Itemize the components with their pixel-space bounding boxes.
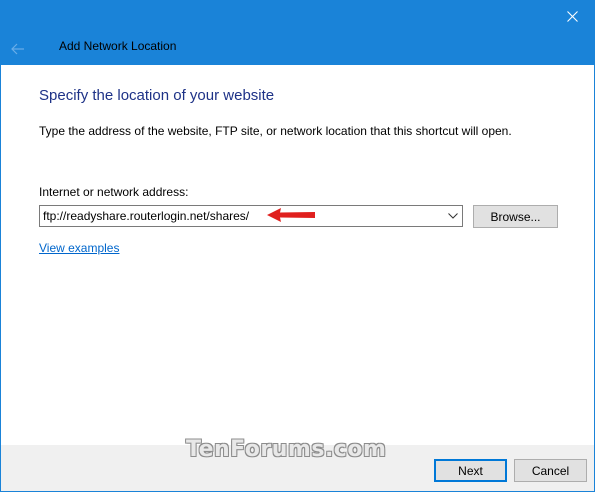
wizard-content: Specify the location of your website Typ… (1, 65, 594, 445)
address-combobox[interactable] (39, 205, 463, 227)
wizard-footer: TenForums.com Next Cancel (1, 437, 594, 491)
title-bar (0, 0, 595, 32)
dropdown-button[interactable] (444, 206, 462, 226)
chevron-down-icon (448, 213, 458, 219)
view-examples-link[interactable]: View examples (39, 241, 119, 255)
annotation-arrow-icon (267, 208, 315, 222)
address-input[interactable] (40, 206, 440, 226)
browse-button[interactable]: Browse... (473, 205, 558, 228)
cancel-button[interactable]: Cancel (514, 459, 587, 482)
wizard-header: Add Network Location (1, 32, 594, 65)
dialog-window: Add Network Location Specify the locatio… (0, 0, 595, 492)
instruction-text: Type the address of the website, FTP sit… (39, 124, 512, 138)
watermark: TenForums.com (186, 437, 387, 462)
close-button[interactable] (549, 0, 595, 32)
next-button[interactable]: Next (434, 459, 507, 482)
close-icon (566, 10, 578, 22)
back-button[interactable] (7, 38, 29, 60)
back-arrow-icon (11, 43, 24, 55)
address-label: Internet or network address: (39, 185, 189, 199)
page-title: Specify the location of your website (39, 87, 275, 104)
wizard-title: Add Network Location (59, 39, 177, 53)
